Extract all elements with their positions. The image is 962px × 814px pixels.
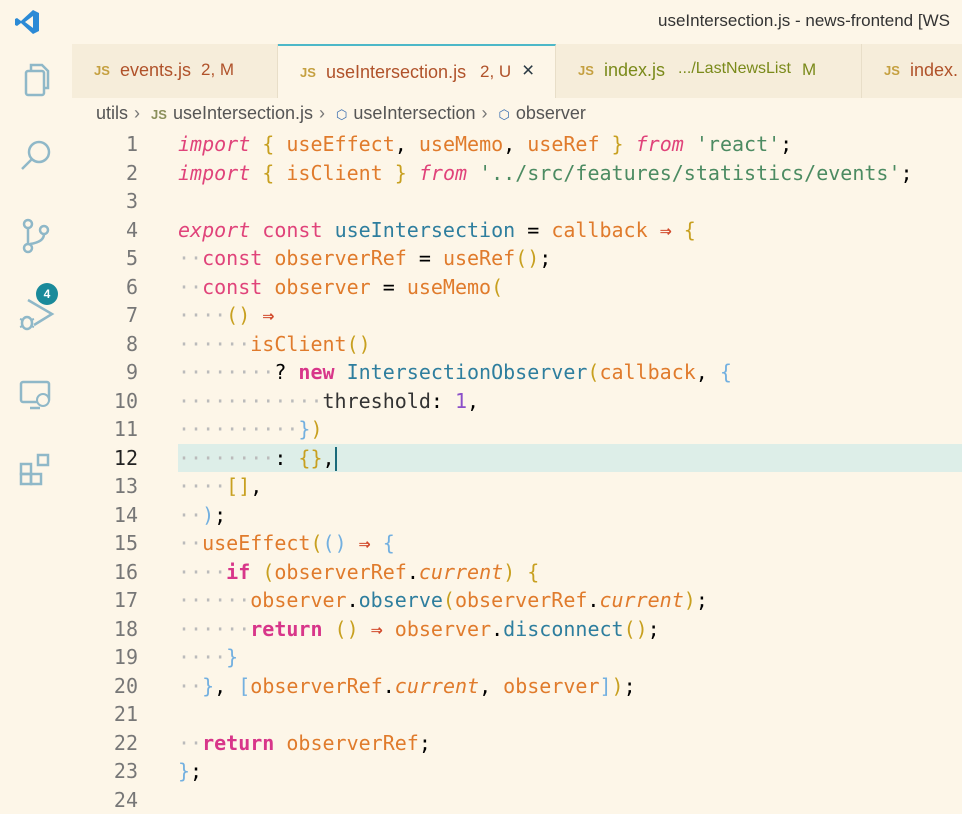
code-line[interactable]: ········? new IntersectionObserver(callb… (178, 358, 962, 387)
symbol-icon: ⬡ (336, 107, 348, 122)
line-number: 12 (113, 445, 138, 470)
line-number: 23 (113, 759, 138, 783)
line-number: 3 (125, 189, 138, 213)
tab-path: .../LastNewsList (678, 60, 791, 77)
tab-status: 2, U (480, 62, 512, 81)
line-number: 2 (125, 160, 138, 185)
code-line[interactable]: import { useEffect, useMemo, useRef } fr… (178, 130, 962, 159)
code-line[interactable]: ····if (observerRef.current) { (178, 558, 962, 587)
line-number: 5 (125, 246, 138, 270)
line-number: 1 (125, 132, 138, 156)
line-number: 16 (113, 559, 138, 584)
line-number: 17 (113, 588, 138, 612)
code-line[interactable] (178, 700, 962, 729)
tab-useintersection-js[interactable]: JS useIntersection.js 2, U × (278, 44, 556, 98)
text-cursor (334, 447, 337, 471)
line-number: 6 (125, 274, 138, 299)
line-number: 19 (113, 645, 138, 669)
code-line[interactable]: ····() ⇒ (178, 301, 962, 330)
code-line[interactable] (178, 187, 962, 216)
line-number: 21 (113, 702, 138, 726)
code-line[interactable]: ············threshold: 1, (178, 387, 962, 416)
line-number: 20 (113, 673, 138, 698)
activity-bar: 4 (0, 44, 72, 814)
line-number: 9 (125, 360, 138, 384)
symbol-icon: ⬡ (498, 107, 510, 122)
code-line[interactable]: ····[], (178, 472, 962, 501)
code-line[interactable]: ······observer.observe(observerRef.curre… (178, 586, 962, 615)
code-line[interactable]: ··const observer = useMemo( (178, 273, 962, 302)
code-line[interactable]: ··········}) (178, 415, 962, 444)
js-file-icon: JS (94, 63, 110, 78)
tab-status: 2, M (201, 60, 235, 79)
code-line[interactable]: import { isClient } from '../src/feature… (178, 159, 962, 188)
vscode-logo-icon (14, 9, 40, 35)
code-line[interactable]: ········: {}, (178, 444, 962, 473)
line-number: 24 (113, 787, 138, 812)
line-number: 15 (113, 531, 138, 555)
chevron-right-icon: › (134, 103, 141, 123)
code-line[interactable]: ··return observerRef; (178, 729, 962, 758)
chevron-right-icon: › (319, 103, 326, 123)
tab-status: M (802, 60, 817, 79)
line-number-gutter: 1 2 3 4 5 6 7 8 9 10 11 12 13 14 15 16 17 18 19 20 21 22 23 24 (72, 130, 138, 814)
search-icon[interactable] (16, 136, 56, 176)
window-title: useIntersection.js - news-frontend [WS (658, 11, 950, 30)
line-number: 14 (113, 502, 138, 527)
js-file-icon: JS (151, 107, 167, 122)
code-line[interactable]: ··); (178, 501, 962, 530)
source-control-icon[interactable] (16, 216, 56, 256)
breadcrumb: utils › JS useIntersection.js › ⬡ useInterse… (96, 103, 592, 127)
line-number: 8 (125, 331, 138, 356)
tab-index-js[interactable]: JS index.js .../LastNewsList M (556, 44, 862, 98)
line-number: 13 (113, 474, 138, 498)
code-line[interactable]: ······return () ⇒ observer.disconnect(); (178, 615, 962, 644)
extensions-icon[interactable] (16, 450, 56, 490)
code-line[interactable]: export const useIntersection = callback … (178, 216, 962, 245)
editor-tabs: JS events.js 2, M JS useIntersection.js … (72, 44, 962, 98)
breadcrumb-symbol[interactable]: useIntersection (353, 103, 475, 123)
code-area[interactable]: import { useEffect, useMemo, useRef } fr… (178, 130, 962, 814)
code-line[interactable]: ··}, [observerRef.current, observer]); (178, 672, 962, 701)
code-line[interactable]: ······isClient() (178, 330, 962, 359)
chevron-right-icon: › (481, 103, 488, 123)
code-line[interactable]: ····} (178, 643, 962, 672)
tab-label: index. (910, 60, 959, 80)
breadcrumb-file[interactable]: useIntersection.js (173, 103, 313, 123)
js-file-icon: JS (300, 65, 316, 80)
code-line[interactable]: }; (178, 757, 962, 786)
explorer-icon[interactable] (16, 60, 56, 100)
code-line[interactable]: ··useEffect(() ⇒ { (178, 529, 962, 558)
line-number: 18 (113, 616, 138, 641)
tab-events-js[interactable]: JS events.js 2, M (72, 44, 278, 98)
line-number: 22 (113, 730, 138, 755)
js-file-icon: JS (578, 63, 594, 78)
breadcrumb-symbol[interactable]: observer (516, 103, 586, 123)
title-bar: useIntersection.js - news-frontend [WS (0, 0, 962, 44)
breadcrumb-folder[interactable]: utils (96, 103, 128, 123)
tab-label: index.js (604, 60, 666, 80)
tab-index-js-2[interactable]: JS index. (862, 44, 962, 98)
run-debug-icon[interactable] (16, 294, 56, 334)
js-file-icon: JS (884, 63, 900, 78)
code-line[interactable]: ··const observerRef = useRef(); (178, 244, 962, 273)
line-number: 10 (113, 388, 138, 413)
remote-explorer-icon[interactable] (16, 374, 56, 414)
code-line[interactable] (178, 786, 962, 814)
code-editor[interactable]: 1 2 3 4 5 6 7 8 9 10 11 12 13 14 15 16 17 18 19 20 21 22 23 24 … (72, 130, 962, 814)
line-number: 11 (113, 417, 138, 441)
close-icon[interactable]: × (522, 59, 534, 83)
tab-label: useIntersection.js (326, 62, 467, 82)
line-number: 4 (125, 217, 138, 242)
tab-label: events.js (120, 60, 192, 80)
line-number: 7 (125, 303, 138, 327)
